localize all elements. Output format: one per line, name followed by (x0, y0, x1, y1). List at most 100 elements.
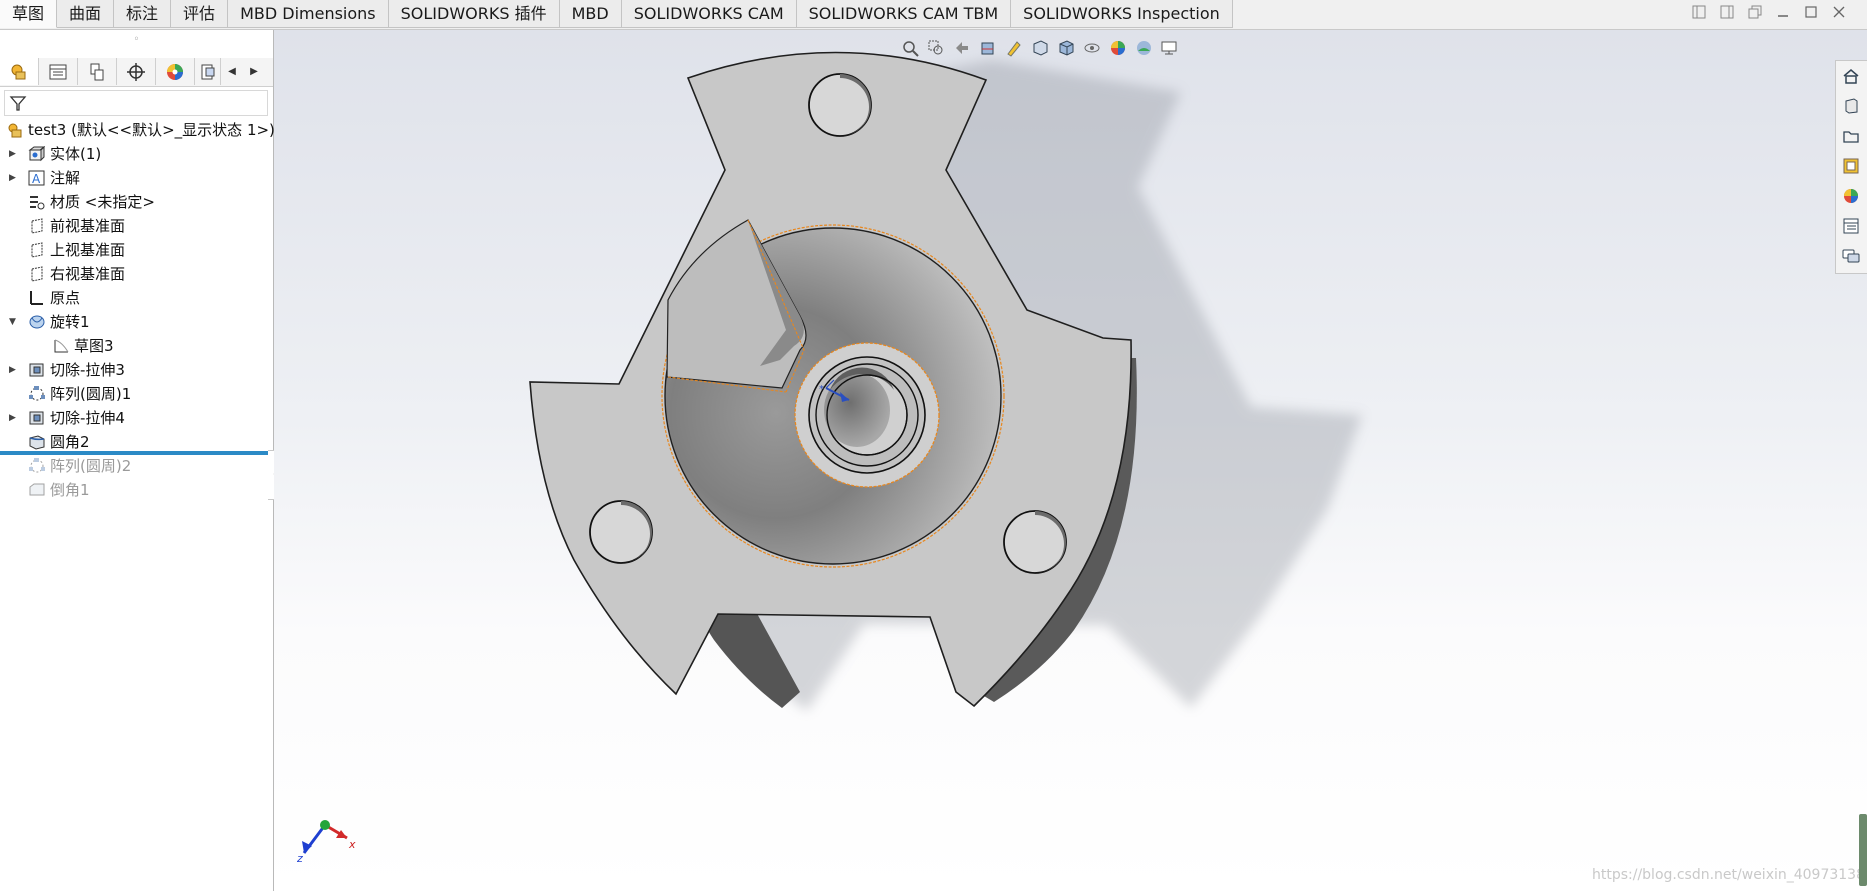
tree-item-label: 阵列(圆周)2 (50, 457, 132, 475)
tab-mbd[interactable]: MBD (559, 0, 622, 28)
tile-right-icon[interactable] (1713, 5, 1741, 25)
tree-item-label: 倒角1 (50, 481, 90, 499)
tile-left-icon[interactable] (1685, 5, 1713, 25)
maximize-icon[interactable] (1797, 5, 1825, 25)
svg-text:*: * (819, 384, 824, 395)
tree-item-chamfer1[interactable]: 倒角1 (0, 478, 273, 502)
view-palette-icon[interactable] (1836, 151, 1866, 181)
display-manager-tab-icon[interactable] (156, 58, 195, 85)
close-icon[interactable] (1825, 5, 1853, 25)
tree-item-sketch3[interactable]: 草图3 (0, 334, 273, 358)
plane-icon (31, 242, 43, 258)
command-manager-tabbar: 草图 曲面 标注 评估 MBD Dimensions SOLIDWORKS 插件… (0, 0, 1867, 30)
zoom-to-fit-icon[interactable] (900, 38, 920, 58)
filter-icon (9, 96, 27, 111)
cam-tab-icon[interactable] (195, 58, 221, 85)
tabs-scroll-left-icon[interactable]: ◀ (221, 58, 243, 85)
expand-arrow-icon[interactable]: ▶ (9, 406, 19, 430)
tab-solidworks-inspection[interactable]: SOLIDWORKS Inspection (1011, 0, 1233, 28)
feature-manager-panel: ◦ ◀ ▶ test3 (默认<<默认>_显示状态 1>) ▶ 实体(1) ▶ … (0, 30, 283, 891)
cut-extrude-icon (29, 363, 44, 377)
expand-arrow-icon[interactable]: ▶ (9, 358, 19, 382)
view-triad[interactable] (302, 820, 348, 854)
tree-item-label: 实体(1) (50, 145, 102, 163)
window-controls (1685, 5, 1853, 25)
view-orientation-icon[interactable] (1030, 38, 1050, 58)
tree-item-label: 切除-拉伸3 (50, 361, 125, 379)
graphics-area[interactable]: * x z https://blog.csdn.net/weixin_40973… (274, 30, 1867, 891)
plane-icon (31, 218, 43, 234)
panel-tabs: ◀ ▶ (0, 58, 273, 87)
chamfer-icon (29, 483, 45, 496)
feature-filter-field[interactable] (4, 90, 268, 116)
hide-show-items-icon[interactable] (1082, 38, 1102, 58)
tab-surfaces[interactable]: 曲面 (57, 0, 115, 28)
custom-properties-icon[interactable] (1836, 211, 1866, 241)
tab-solidworks-cam-tbm[interactable]: SOLIDWORKS CAM TBM (796, 0, 1012, 28)
minimize-icon[interactable] (1769, 5, 1797, 25)
tree-item-label: 阵列(圆周)1 (50, 385, 132, 403)
bolt-hole[interactable] (1003, 510, 1067, 574)
bolt-hole[interactable] (589, 500, 653, 564)
tree-item-label: 材质 <未指定> (50, 193, 155, 211)
expand-arrow-icon[interactable]: ▶ (9, 166, 19, 190)
tree-root-part[interactable]: test3 (默认<<默认>_显示状态 1>) (0, 118, 275, 142)
tree-item-material[interactable]: 材质 <未指定> (0, 190, 273, 214)
tree-item-label: 草图3 (74, 337, 114, 355)
edit-appearance-icon[interactable] (1108, 38, 1128, 58)
restore-window-icon[interactable] (1741, 5, 1769, 25)
plane-icon (31, 266, 43, 282)
tree-item-label: 注解 (50, 169, 81, 187)
tree-item-circular-pattern1[interactable]: 阵列(圆周)1 (0, 382, 273, 406)
tabs-scroll-right-icon[interactable]: ▶ (243, 58, 265, 85)
tab-annotation[interactable]: 标注 (114, 0, 172, 28)
tree-item-front-plane[interactable]: 前视基准面 (0, 214, 273, 238)
tree-item-top-plane[interactable]: 上视基准面 (0, 238, 273, 262)
tree-item-cut-extrude3[interactable]: ▶ 切除-拉伸3 (0, 358, 273, 382)
collapse-arrow-icon[interactable]: ▼ (9, 310, 19, 334)
tree-item-annotations[interactable]: ▶ A 注解 (0, 166, 273, 190)
tree-item-origin[interactable]: 原点 (0, 286, 273, 310)
display-style-icon[interactable] (1056, 38, 1076, 58)
feature-tree: test3 (默认<<默认>_显示状态 1>) ▶ 实体(1) ▶ A 注解 材… (0, 118, 275, 502)
apply-scene-icon[interactable] (1134, 38, 1154, 58)
command-manager-tabs: 草图 曲面 标注 评估 MBD Dimensions SOLIDWORKS 插件… (0, 0, 1233, 29)
feature-manager-tab-icon[interactable] (0, 58, 39, 85)
solidworks-resources-home-icon[interactable] (1836, 61, 1866, 91)
tree-item-circular-pattern2[interactable]: 阵列(圆周)2 (0, 454, 273, 478)
triad-x-label: x (349, 838, 356, 851)
tree-item-right-plane[interactable]: 右视基准面 (0, 262, 273, 286)
panel-grip-icon[interactable]: ◦ (0, 30, 273, 50)
forum-icon[interactable] (1836, 241, 1866, 271)
tree-item-label: 切除-拉伸4 (50, 409, 125, 427)
expand-arrow-icon[interactable]: ▶ (9, 142, 19, 166)
property-manager-tab-icon[interactable] (39, 58, 78, 85)
triad-z-label: z (297, 852, 303, 865)
scroll-indicator[interactable] (1859, 814, 1867, 886)
section-view-icon[interactable] (978, 38, 998, 58)
tab-solidworks-cam[interactable]: SOLIDWORKS CAM (621, 0, 797, 28)
tab-solidworks-addins[interactable]: SOLIDWORKS 插件 (388, 0, 560, 28)
appearances-icon[interactable] (1836, 181, 1866, 211)
origin-icon (30, 291, 43, 305)
rollback-bar[interactable] (0, 451, 271, 455)
part-icon (8, 123, 22, 138)
tab-evaluate[interactable]: 评估 (171, 0, 229, 28)
bolt-hole[interactable] (808, 73, 872, 137)
tree-item-revolve1[interactable]: ▼ 旋转1 (0, 310, 273, 334)
tab-mbd-dimensions[interactable]: MBD Dimensions (228, 0, 389, 28)
dimxpert-tab-icon[interactable] (117, 58, 156, 85)
tab-sketch[interactable]: 草图 (0, 0, 58, 28)
dynamic-annotation-icon[interactable] (1004, 38, 1024, 58)
tree-item-label: 上视基准面 (50, 241, 126, 259)
file-explorer-icon[interactable] (1836, 121, 1866, 151)
design-library-icon[interactable] (1836, 91, 1866, 121)
watermark-text: https://blog.csdn.net/weixin_40973138 (1591, 867, 1865, 883)
zoom-area-icon[interactable] (926, 38, 946, 58)
tree-item-solid-bodies[interactable]: ▶ 实体(1) (0, 142, 273, 166)
configuration-manager-tab-icon[interactable] (78, 58, 117, 85)
tree-item-cut-extrude4[interactable]: ▶ 切除-拉伸4 (0, 406, 273, 430)
previous-view-icon[interactable] (952, 38, 972, 58)
tree-item-label: 原点 (50, 289, 81, 307)
view-settings-icon[interactable] (1160, 38, 1180, 58)
